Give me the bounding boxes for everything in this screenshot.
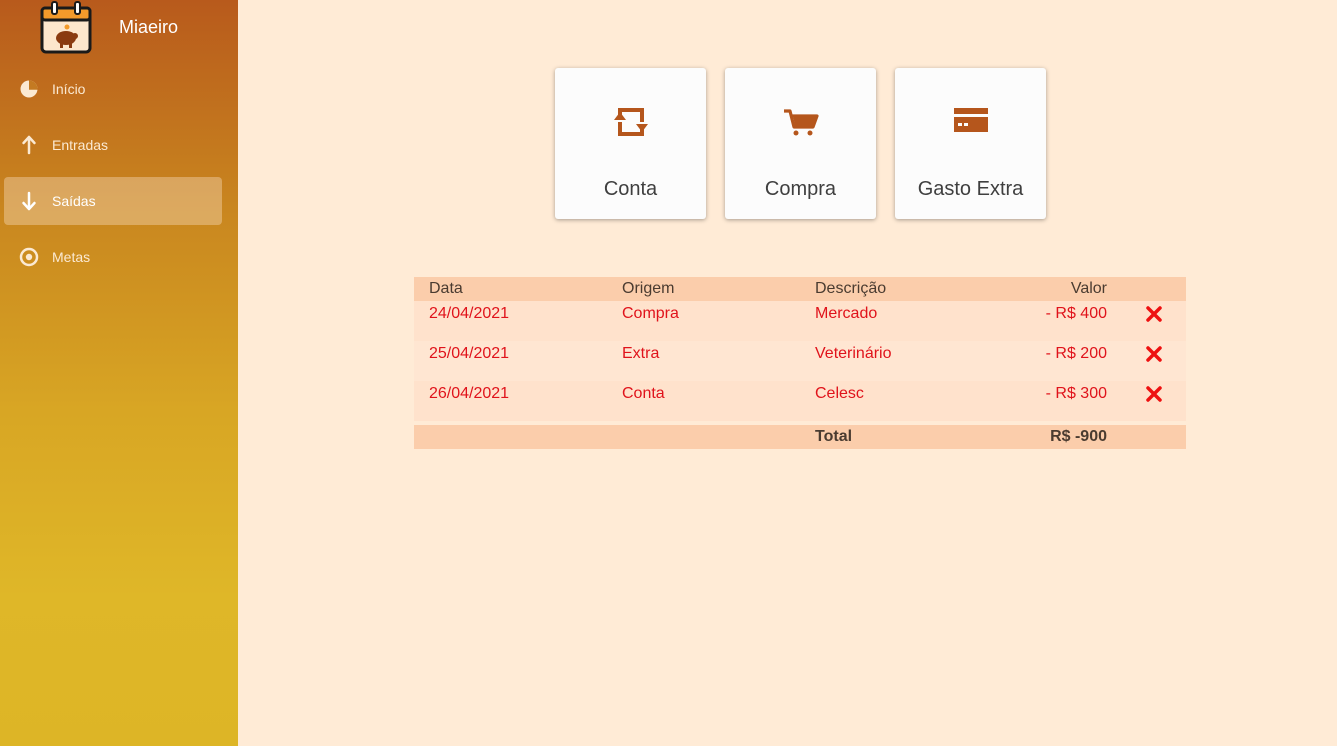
cell-description: Celesc xyxy=(815,385,864,402)
pie-chart-icon xyxy=(20,80,38,98)
sidebar: Miaeiro Início Entradas Saídas Metas xyxy=(0,0,238,746)
sidebar-item-label: Entradas xyxy=(52,137,109,153)
sidebar-item-saidas[interactable]: Saídas xyxy=(4,177,222,225)
sidebar-item-label: Metas xyxy=(52,249,91,265)
sidebar-item-label: Saídas xyxy=(52,193,96,209)
column-header-date: Data xyxy=(429,280,463,297)
sidebar-item-inicio[interactable]: Início xyxy=(4,65,222,113)
sidebar-item-entradas[interactable]: Entradas xyxy=(4,121,222,169)
cell-origin: Extra xyxy=(622,345,660,362)
add-compra-button[interactable]: Compra xyxy=(725,68,876,219)
sidebar-item-label: Início xyxy=(52,81,86,97)
cart-icon xyxy=(783,109,819,136)
column-header-description: Descrição xyxy=(815,280,887,297)
cell-origin: Compra xyxy=(622,305,679,322)
cell-date: 24/04/2021 xyxy=(429,305,510,322)
table-header: Data Origem Descrição Valor xyxy=(414,277,1186,301)
credit-card-icon xyxy=(953,108,988,132)
sidebar-item-metas[interactable]: Metas xyxy=(4,233,222,281)
brand[interactable]: Miaeiro xyxy=(0,0,238,56)
cell-value: - R$ 400 xyxy=(1045,305,1107,322)
table-row: 24/04/2021 Compra Mercado - R$ 400 xyxy=(414,301,1186,341)
total-value: R$ -900 xyxy=(1050,428,1107,445)
cell-origin: Conta xyxy=(622,385,665,402)
cell-description: Mercado xyxy=(815,305,878,322)
cell-description: Veterinário xyxy=(815,345,892,362)
arrow-up-icon xyxy=(22,135,36,155)
app-name: Miaeiro xyxy=(119,17,179,37)
delete-icon[interactable] xyxy=(1145,305,1163,323)
cell-value: - R$ 300 xyxy=(1045,385,1107,402)
target-icon xyxy=(19,247,39,267)
card-label: Gasto Extra xyxy=(917,178,1024,200)
delete-icon[interactable] xyxy=(1145,385,1163,403)
arrow-down-icon xyxy=(22,191,36,211)
add-gasto-extra-button[interactable]: Gasto Extra xyxy=(895,68,1046,219)
delete-icon[interactable] xyxy=(1145,345,1163,363)
table-total-row: Total R$ -900 xyxy=(414,425,1186,449)
add-conta-button[interactable]: Conta xyxy=(555,68,706,219)
card-label: Compra xyxy=(764,178,837,200)
cell-value: - R$ 200 xyxy=(1045,345,1107,362)
expenses-table: Data Origem Descrição Valor 24/04/2021 C… xyxy=(414,277,1186,449)
column-header-value: Valor xyxy=(1070,280,1107,297)
recurring-icon xyxy=(613,108,648,136)
total-label: Total xyxy=(815,428,853,445)
cell-date: 26/04/2021 xyxy=(429,385,510,402)
piggy-calendar-logo-icon xyxy=(40,1,92,54)
table-row: 25/04/2021 Extra Veterinário - R$ 200 xyxy=(414,341,1186,381)
table-row: 26/04/2021 Conta Celesc - R$ 300 xyxy=(414,381,1186,421)
card-label: Conta xyxy=(603,178,658,200)
column-header-origin: Origem xyxy=(622,280,675,297)
cell-date: 25/04/2021 xyxy=(429,345,510,362)
